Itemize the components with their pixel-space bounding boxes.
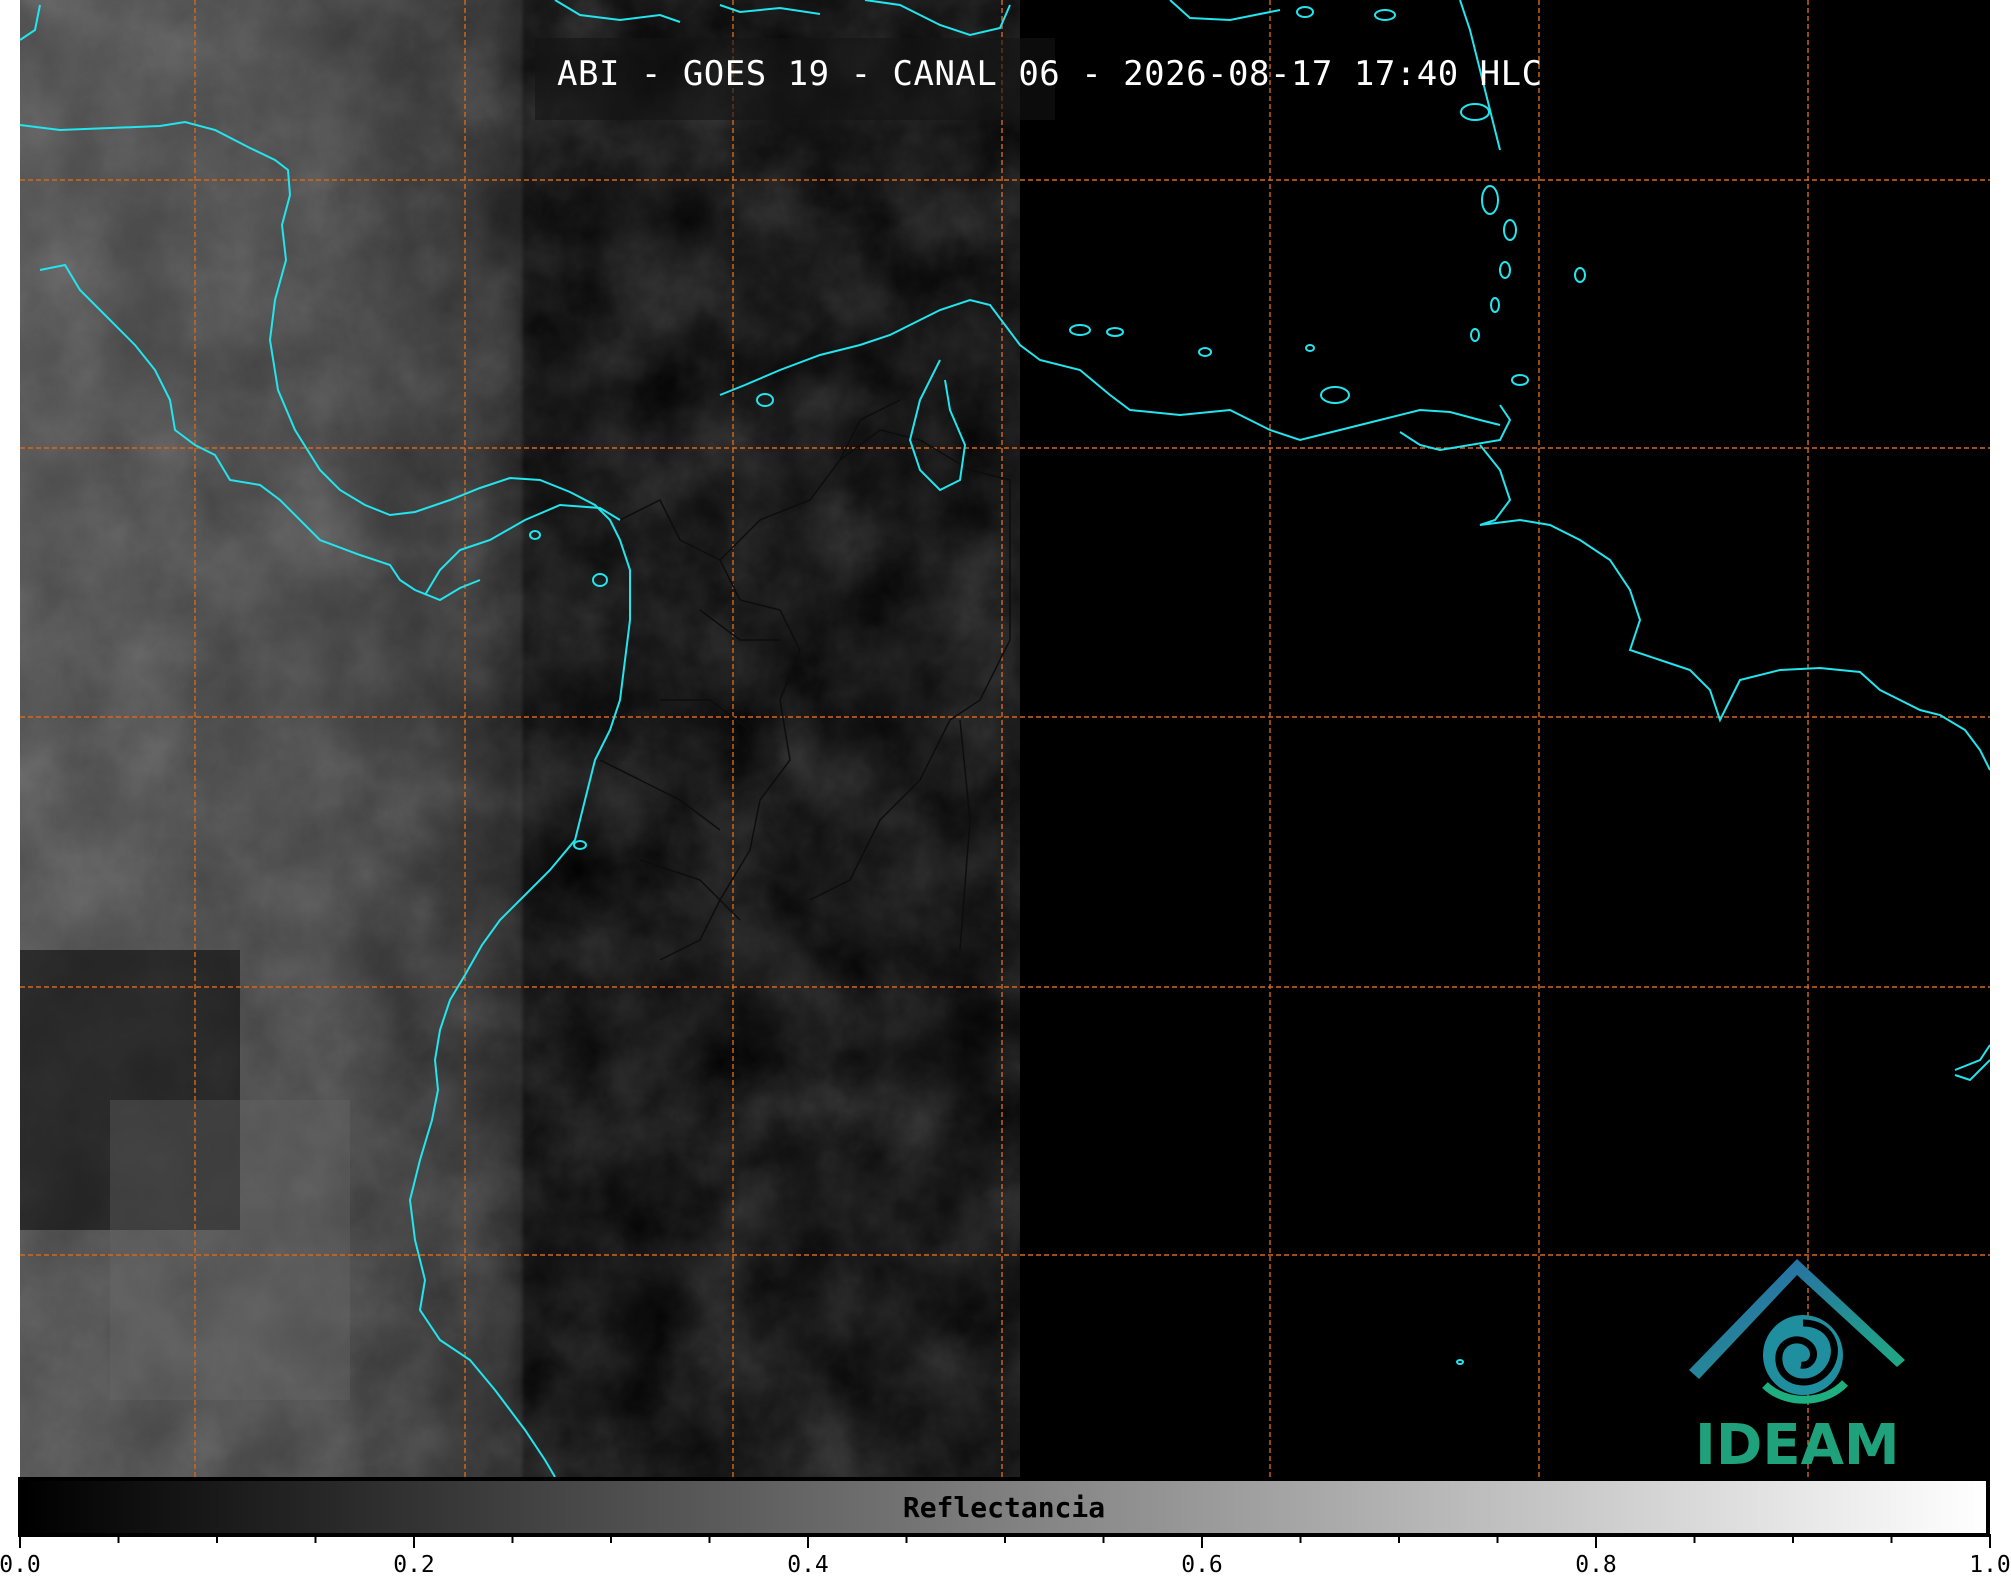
colorbar-tick-label: 0.0	[0, 1552, 41, 1578]
colorbar-tick-label: 0.6	[1181, 1552, 1223, 1578]
ideam-logo-text: IDEAM	[1695, 1413, 1900, 1477]
map-title: ABI - GOES 19 - CANAL 06 - 2026-08-17 17…	[557, 54, 1543, 94]
ideam-roof-spiral-icon	[1689, 1259, 1905, 1404]
colorbar-tick-label: 0.4	[787, 1552, 829, 1578]
colorbar-tick-label: 0.2	[393, 1552, 435, 1578]
colorbar-tick-label: 1.0	[1969, 1552, 2011, 1578]
colorbar-ticks	[19, 1534, 1991, 1548]
satellite-map: ABI - GOES 19 - CANAL 06 - 2026-08-17 17…	[20, 0, 1990, 1477]
colorbar-label: Reflectancia	[902, 1491, 1106, 1524]
colorbar: Reflectancia	[18, 1477, 1990, 1537]
ideam-logo: IDEAM	[1685, 1255, 1910, 1477]
colorbar-tick-label: 0.8	[1575, 1552, 1617, 1578]
